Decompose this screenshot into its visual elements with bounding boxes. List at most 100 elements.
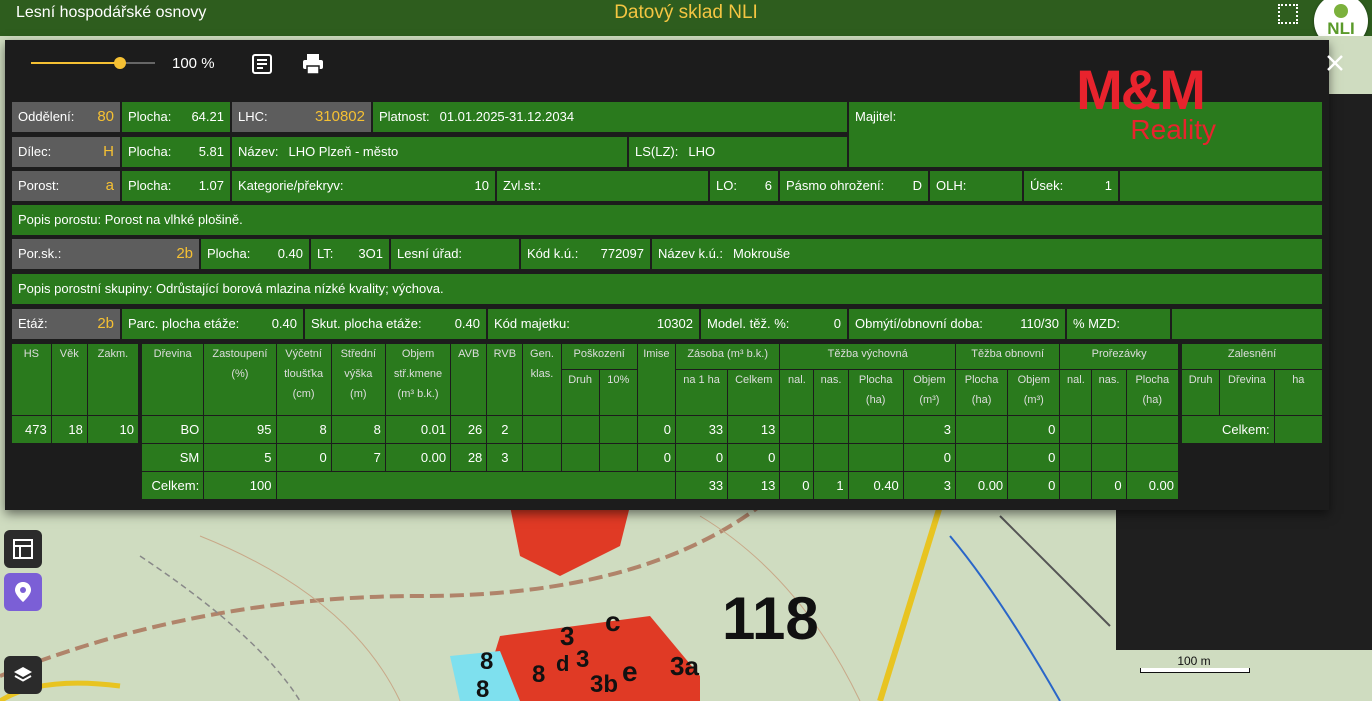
plocha-header: Plocha (ha) [1125, 369, 1180, 416]
kategorie-cell: Kategorie/překryv: 10 [231, 170, 496, 202]
empty-cell [275, 471, 676, 500]
tezba-obnovni-header: Těžba obnovní [954, 343, 1061, 370]
label: Plocha: [128, 144, 172, 159]
hdr-line: Objem [913, 374, 946, 386]
obmyti-cell: Obmýtí/obnovní doba: 110/30 [848, 308, 1066, 340]
empty-cell [779, 443, 815, 472]
layers-button[interactable] [4, 656, 42, 694]
obj-cell: 0.00 [384, 443, 452, 472]
empty-cell [522, 443, 562, 472]
usek-cell: Úsek: 1 [1023, 170, 1119, 202]
empty-cell [522, 415, 562, 444]
hdr-line: Plocha [1135, 374, 1170, 386]
value: D [912, 178, 922, 193]
total-tv-obj: 3 [902, 471, 956, 500]
value: 1 [1104, 178, 1112, 193]
model-tez-cell: Model. těž. %: 0 [700, 308, 848, 340]
zoom-slider-fill [31, 62, 121, 64]
value: 10 [474, 178, 489, 193]
nal-header: nal. [1059, 369, 1093, 416]
olh-cell: OLH: [929, 170, 1023, 202]
ha-header: ha [1273, 369, 1324, 416]
vek-header: Věk [50, 343, 88, 416]
zoom-slider-thumb[interactable] [114, 57, 127, 69]
section-title[interactable]: Lesní hospodářské osnovy [16, 4, 206, 22]
value: 0 [833, 316, 841, 331]
ls-cell: LS(LZ): LHO [628, 136, 848, 168]
zakm-header: Zakm. [86, 343, 140, 416]
plocha-cell: Plocha: 1.07 [121, 170, 231, 202]
tezba-vychovna-header: Těžba výchovná [779, 343, 956, 370]
rvb-cell: 2 [486, 415, 524, 444]
notes-icon[interactable] [250, 52, 274, 76]
mzd-cell: % MZD: [1066, 308, 1171, 340]
empty-cell [954, 443, 1009, 472]
total-row: Celkem: 100 33 13 0 1 0.40 3 0.00 0 0 0.… [140, 471, 1180, 500]
close-icon[interactable] [1325, 53, 1345, 73]
label: Platnost: [379, 109, 430, 124]
porost-cell: Porost: a [11, 170, 121, 202]
print-icon[interactable] [301, 52, 325, 76]
value: 1.07 [198, 178, 224, 193]
str-cell: 7 [330, 443, 386, 472]
nas-header: nas. [813, 369, 849, 416]
hdr-line: klas. [530, 368, 554, 380]
watermark-brand: M&M [1076, 58, 1206, 121]
hdr-line: stř.kmene [393, 368, 443, 380]
dilec-cell: Dílec: H [11, 136, 121, 168]
location-button[interactable] [4, 573, 42, 611]
nazev-ku-cell: Název k.ú.: Mokrouše [651, 238, 1323, 270]
druh-header: Druh [560, 369, 600, 416]
obj-cell: 0.01 [384, 415, 452, 444]
na1ha-header: na 1 ha [674, 369, 729, 416]
empty-cell [813, 443, 849, 472]
rvb-cell: 3 [486, 443, 524, 472]
tree-icon [1334, 4, 1348, 18]
total-label: Celkem: [140, 471, 205, 500]
nas-header: nas. [1091, 369, 1127, 416]
selection-icon[interactable] [1278, 4, 1298, 24]
value: 0.40 [454, 316, 480, 331]
hdr-line: Gen. [530, 348, 554, 360]
str-cell: 8 [330, 415, 386, 444]
scale-bar [1140, 668, 1250, 673]
label: Porost: [18, 178, 60, 193]
hs-value: 473 [11, 415, 52, 444]
map-label: 3 [560, 621, 575, 651]
table-row: BO 95 8 8 0.01 26 2 0 33 13 3 0 [140, 415, 1180, 444]
empty-cell [1119, 170, 1323, 202]
hdr-line: (m³) [1023, 394, 1044, 406]
porsk-cell: Por.sk.: 2b [11, 238, 200, 270]
map-label: 3b [590, 671, 619, 698]
hdr-line: (cm) [292, 388, 315, 400]
table-row: SM 5 0 7 0.00 28 3 0 0 0 0 0 [140, 443, 1180, 472]
hdr-line: výška [344, 368, 373, 380]
value: 80 [97, 108, 114, 125]
objem-m3-header: Objem (m³) [902, 369, 956, 416]
posk10-header: 10% [598, 369, 638, 416]
label: Dílec: [18, 144, 52, 159]
drevina-header: Dřevina [1219, 369, 1275, 416]
value: H [103, 143, 114, 160]
na1ha-cell: 0 [674, 443, 729, 472]
popis-porostu-cell: Popis porostu: Porost na vlhké plošině. [11, 204, 1323, 236]
zoom-slider[interactable] [31, 57, 155, 69]
vycetni-header: Výčetní tloušťka (cm) [275, 343, 332, 416]
empty-cell [1125, 443, 1180, 472]
label: Pásmo ohrožení: [786, 178, 885, 193]
map-label: 8 [480, 648, 494, 675]
imise-header: Imise [636, 343, 676, 416]
imise-cell: 0 [636, 415, 676, 444]
label: LO: [716, 178, 737, 193]
celkem-cell: 13 [727, 415, 781, 444]
empty-cell [1125, 415, 1180, 444]
empty-cell [847, 443, 904, 472]
app-header: Lesní hospodářské osnovy Datový sklad NL… [0, 0, 1372, 36]
value: 2b [176, 245, 193, 262]
total-to-obj: 0 [1007, 471, 1061, 500]
table-view-button[interactable] [4, 530, 42, 568]
empty-cell [1059, 415, 1093, 444]
hs-header: HS [11, 343, 52, 416]
objem-m3-header: Objem (m³) [1007, 369, 1061, 416]
value: 10302 [656, 316, 693, 331]
